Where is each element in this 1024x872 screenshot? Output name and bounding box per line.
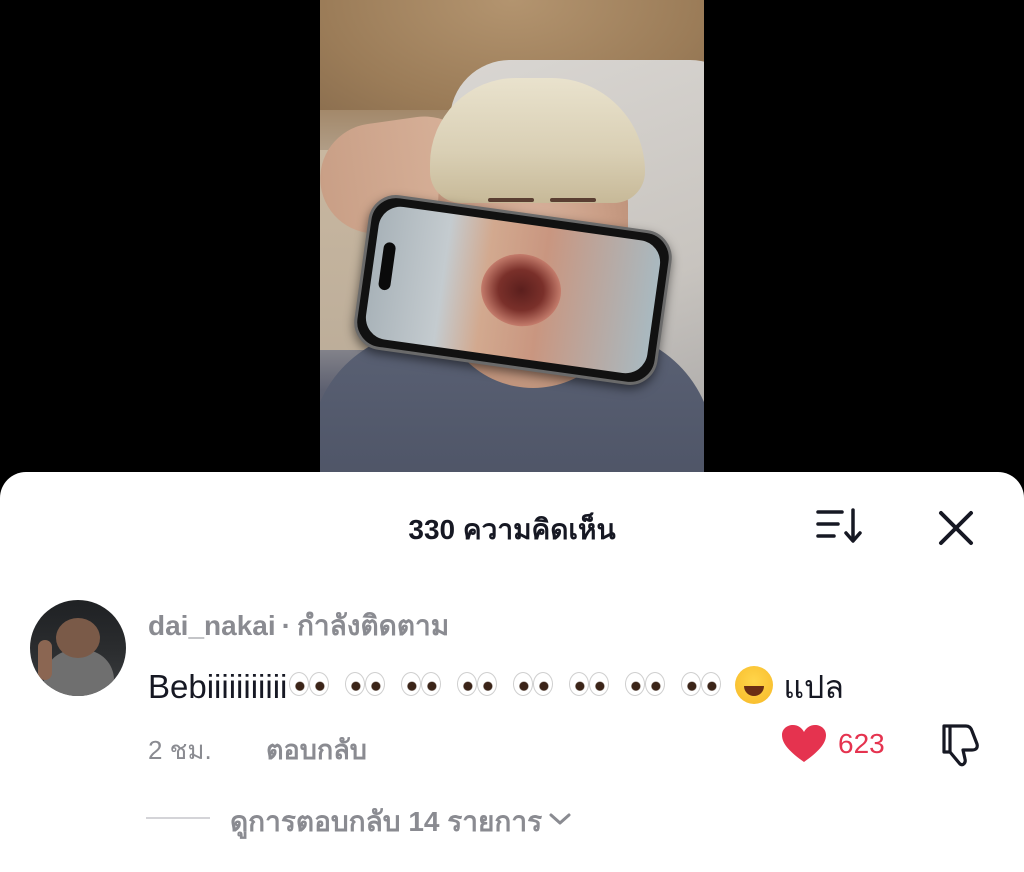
translate-link[interactable]: แปล [783, 669, 844, 705]
chevron-down-icon [548, 802, 572, 834]
replies-divider [146, 817, 210, 819]
video-player[interactable] [320, 0, 704, 500]
avatar-arm [38, 640, 52, 680]
dislike-button[interactable] [936, 722, 984, 768]
eyes-emoji-icon [679, 672, 725, 696]
like-button[interactable] [780, 724, 828, 764]
laughing-emoji-icon [735, 666, 774, 704]
thumbs-down-icon [942, 724, 979, 767]
video-phone-mouth [476, 248, 566, 332]
eyes-emoji-icon [343, 672, 389, 696]
username[interactable]: dai_nakai [148, 610, 276, 641]
video-right-eye [550, 198, 596, 202]
video-left-eye [488, 198, 534, 202]
meta-separator: · [281, 610, 291, 641]
follow-status: กำลังติดตาม [296, 610, 450, 641]
eyes-emoji-icon [567, 672, 613, 696]
comment-time: 2 ชม. [148, 735, 212, 765]
view-replies-label: ดูการตอบกลับ 14 รายการ [230, 806, 543, 837]
heart-icon [782, 725, 826, 762]
avatar[interactable] [30, 600, 126, 696]
view-replies-button[interactable]: ดูการตอบกลับ 14 รายการ [230, 800, 572, 844]
comment-text: Bebiiiiiiiiiii แปล [148, 662, 844, 713]
reply-button[interactable]: ตอบกลับ [266, 728, 367, 771]
video-phone-screen [363, 203, 663, 377]
like-count: 623 [838, 728, 885, 759]
eyes-emoji-icon [623, 672, 669, 696]
comments-title: 330 ความคิดเห็น [408, 514, 616, 545]
eyes-emoji-icon [511, 672, 557, 696]
eyes-emoji-icon [287, 672, 333, 696]
close-button[interactable] [934, 506, 978, 550]
eyes-emoji-icon [399, 672, 445, 696]
eyes-emoji-icon [455, 672, 501, 696]
sort-icon [816, 508, 862, 543]
avatar-head [56, 618, 100, 658]
comment-meta: dai_nakai · กำลังติดตาม [148, 604, 449, 648]
comment-text-main: Bebiiiiiiiiiii [148, 668, 288, 705]
close-icon [939, 511, 973, 545]
comments-sheet: 330 ความคิดเห็น dai_nakai · กำลังติดตาม Be… [0, 472, 1024, 872]
emoji-eyes-group [287, 668, 735, 705]
sort-button[interactable] [816, 506, 866, 546]
